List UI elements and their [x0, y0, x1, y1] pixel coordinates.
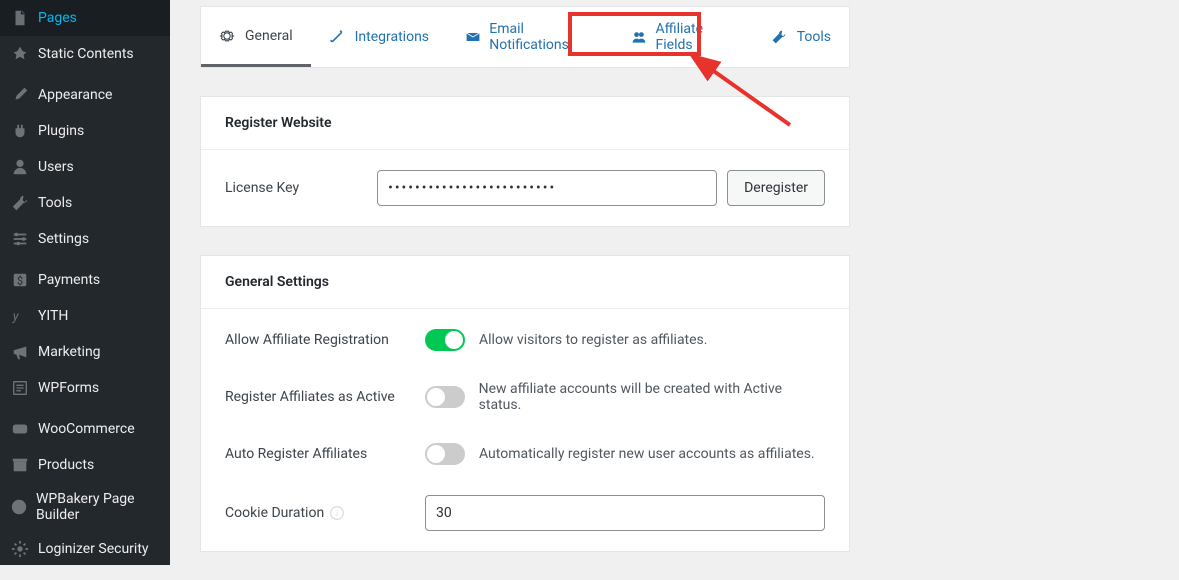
register-active-toggle[interactable]	[425, 386, 465, 408]
register-active-label: Register Affiliates as Active	[225, 389, 425, 405]
sliders-icon	[10, 229, 30, 249]
sidebar-item-yith[interactable]: y YITH	[0, 298, 170, 334]
auto-register-desc: Automatically register new user accounts…	[479, 446, 815, 462]
tab-label: Tools	[797, 29, 831, 45]
sidebar-item-label: Marketing	[38, 344, 101, 360]
wpbakery-icon	[10, 497, 28, 517]
allow-registration-desc: Allow visitors to register as affiliates…	[479, 332, 707, 348]
sidebar-item-label: WooCommerce	[38, 421, 135, 437]
megaphone-icon	[10, 342, 30, 362]
dollar-icon: $	[10, 270, 30, 290]
sidebar-item-marketing[interactable]: Marketing	[0, 334, 170, 370]
license-key-input[interactable]	[377, 170, 717, 206]
tab-label: Integrations	[355, 29, 429, 45]
info-icon[interactable]: i	[330, 506, 344, 520]
sidebar-item-static-contents[interactable]: Static Contents	[0, 36, 170, 72]
svg-text:y: y	[12, 310, 20, 325]
settings-tabs: General Integrations Email Notifications…	[200, 6, 850, 68]
auto-register-label: Auto Register Affiliates	[225, 446, 425, 462]
sidebar-item-label: Static Contents	[38, 46, 134, 62]
deregister-button[interactable]: Deregister	[727, 170, 825, 206]
sidebar-item-payments[interactable]: $ Payments	[0, 262, 170, 298]
woo-icon	[10, 419, 30, 439]
sidebar-item-label: Appearance	[38, 87, 112, 103]
allow-registration-toggle[interactable]	[425, 329, 465, 351]
envelope-icon	[465, 28, 481, 46]
tab-integrations[interactable]: Integrations	[311, 7, 447, 67]
wrench-icon	[10, 193, 30, 213]
allow-registration-label: Allow Affiliate Registration	[225, 332, 425, 348]
register-website-panel: Register Website License Key Deregister	[200, 96, 850, 227]
cookie-duration-input[interactable]	[425, 495, 825, 531]
sidebar-item-pages[interactable]: Pages	[0, 0, 170, 36]
admin-sidebar: Pages Static Contents Appearance Plugins…	[0, 0, 170, 565]
sidebar-item-label: Pages	[38, 10, 77, 26]
form-icon	[10, 378, 30, 398]
sidebar-item-label: Settings	[38, 231, 89, 247]
tab-label: Email Notifications	[489, 21, 595, 53]
tab-label: General	[245, 28, 293, 44]
users-icon	[631, 28, 647, 46]
sidebar-item-tools[interactable]: Tools	[0, 185, 170, 221]
sidebar-item-label: Users	[38, 159, 74, 175]
cookie-duration-label: Cookie Duration i	[225, 505, 425, 521]
sidebar-item-users[interactable]: Users	[0, 149, 170, 185]
tab-affiliate-fields[interactable]: Affiliate Fields	[613, 7, 752, 67]
user-icon	[10, 157, 30, 177]
yith-icon: y	[10, 306, 30, 326]
sidebar-item-appearance[interactable]: Appearance	[0, 77, 170, 113]
register-active-desc: New affiliate accounts will be created w…	[479, 381, 825, 413]
wrench-icon	[771, 28, 789, 46]
sidebar-item-label: Loginizer Security	[38, 541, 149, 557]
magic-icon	[329, 28, 347, 46]
sidebar-item-label: Payments	[38, 272, 100, 288]
pages-icon	[10, 8, 30, 28]
gear-icon	[219, 27, 237, 45]
tab-email-notifications[interactable]: Email Notifications	[447, 7, 613, 67]
svg-text:$: $	[17, 275, 23, 288]
svg-text:i: i	[336, 509, 338, 518]
plug-icon	[10, 121, 30, 141]
gear-icon	[10, 539, 30, 559]
auto-register-toggle[interactable]	[425, 443, 465, 465]
sidebar-item-settings[interactable]: Settings	[0, 221, 170, 257]
sidebar-item-label: Plugins	[38, 123, 84, 139]
sidebar-item-label: WPBakery Page Builder	[36, 491, 160, 523]
general-settings-panel: General Settings Allow Affiliate Registr…	[200, 255, 850, 552]
brush-icon	[10, 85, 30, 105]
sidebar-item-products[interactable]: Products	[0, 447, 170, 483]
sidebar-item-plugins[interactable]: Plugins	[0, 113, 170, 149]
license-key-label: License Key	[225, 180, 377, 196]
sidebar-item-wpbakery[interactable]: WPBakery Page Builder	[0, 483, 170, 531]
pin-icon	[10, 44, 30, 64]
archive-icon	[10, 455, 30, 475]
sidebar-item-woocommerce[interactable]: WooCommerce	[0, 411, 170, 447]
panel-title: Register Website	[201, 97, 849, 150]
sidebar-item-wpforms[interactable]: WPForms	[0, 370, 170, 406]
sidebar-item-label: YITH	[38, 308, 68, 324]
tab-label: Affiliate Fields	[656, 21, 735, 53]
tab-general[interactable]: General	[201, 7, 311, 67]
main-content: General Integrations Email Notifications…	[170, 0, 1179, 580]
sidebar-item-label: Tools	[38, 195, 72, 211]
sidebar-item-label: Products	[38, 457, 94, 473]
sidebar-item-label: WPForms	[38, 380, 99, 396]
tab-tools[interactable]: Tools	[753, 7, 849, 67]
sidebar-item-loginizer[interactable]: Loginizer Security	[0, 531, 170, 567]
panel-title: General Settings	[201, 256, 849, 309]
